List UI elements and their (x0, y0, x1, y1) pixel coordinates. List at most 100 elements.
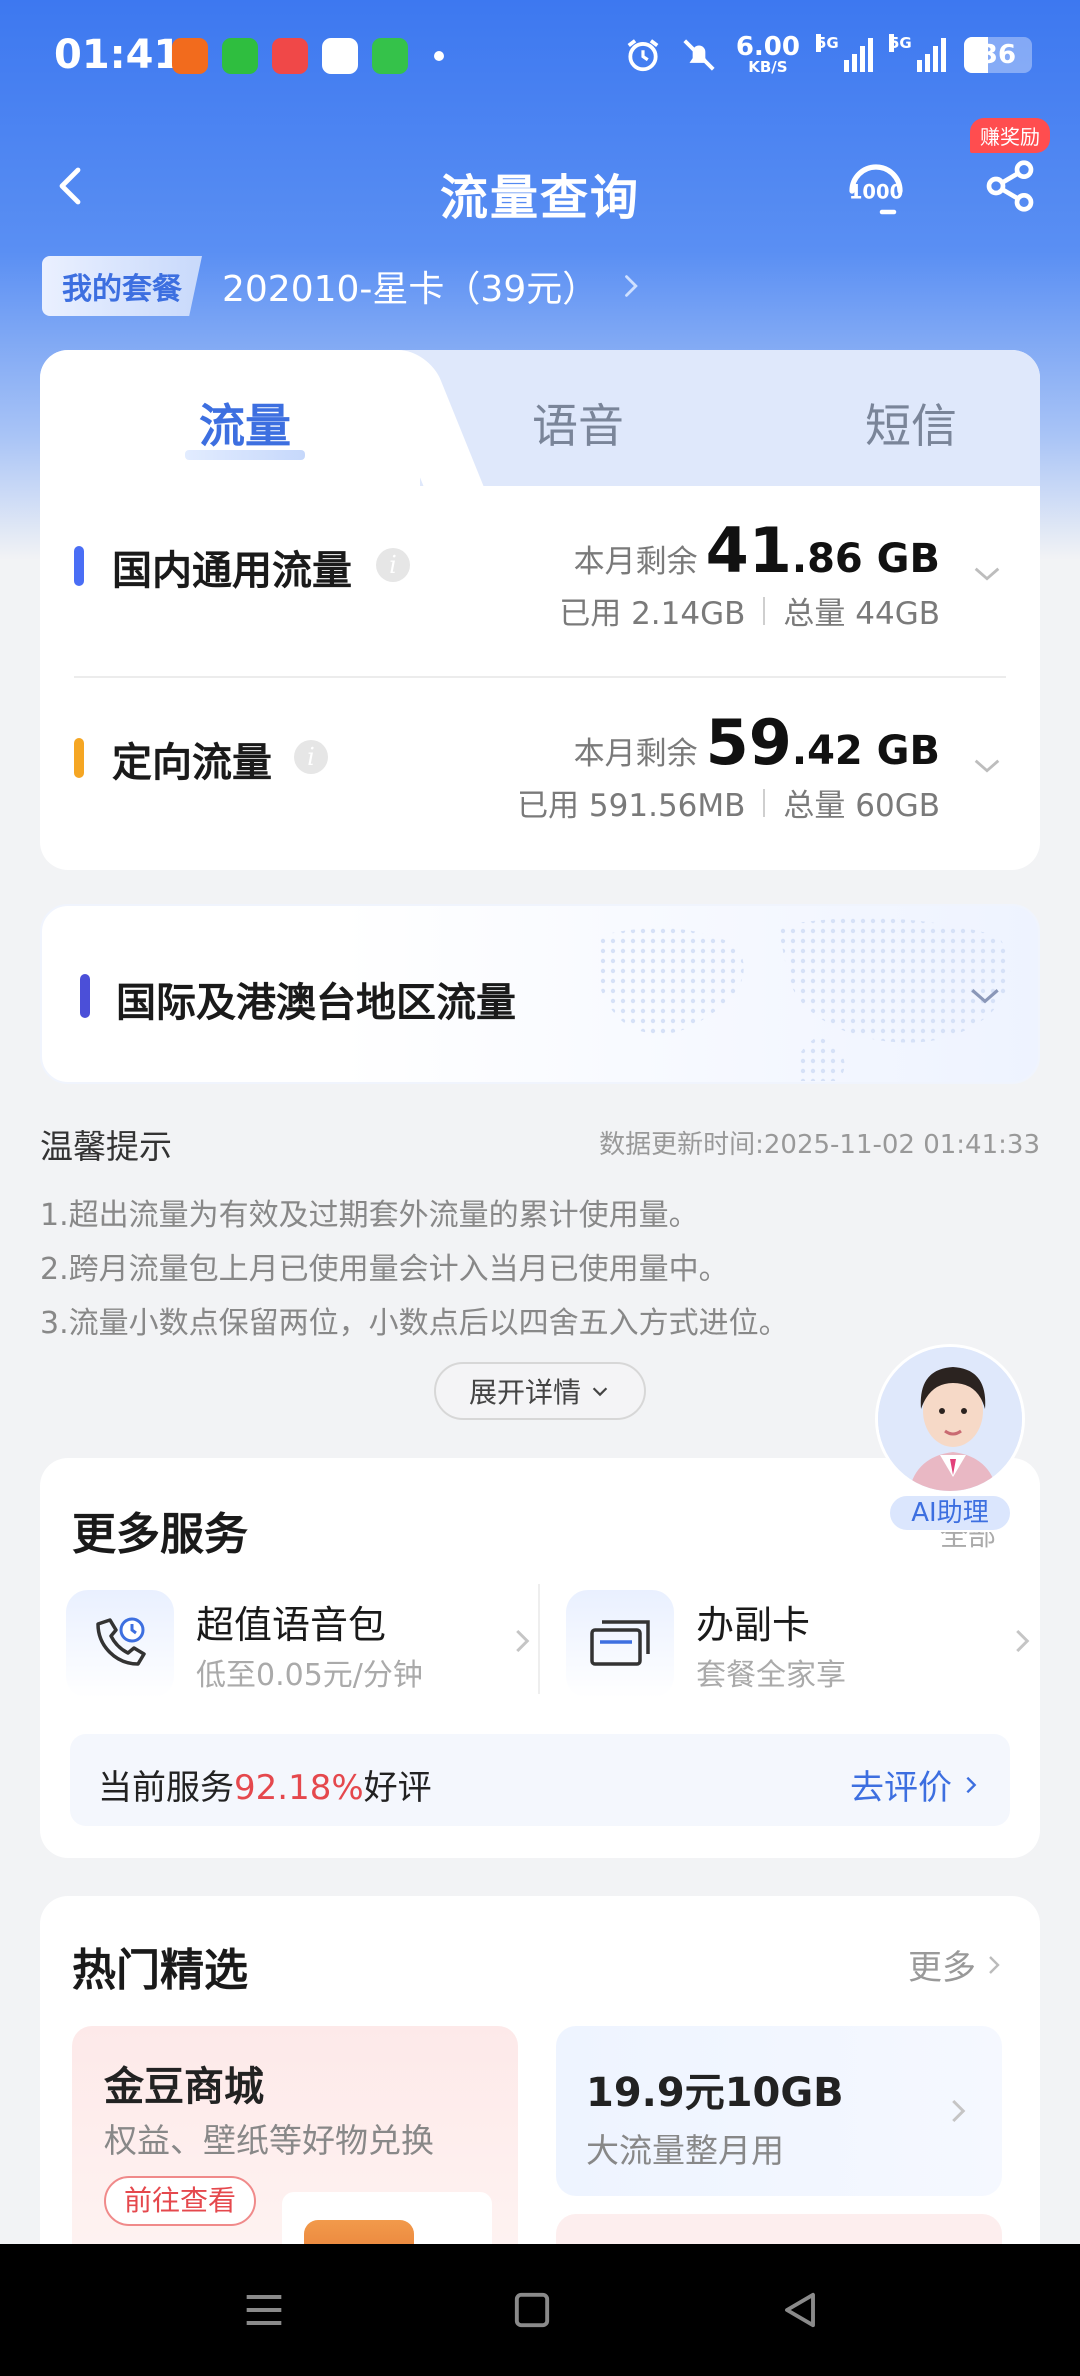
share-button[interactable] (982, 158, 1038, 214)
svg-text:1000: 1000 (849, 181, 903, 204)
chevron-right-icon (516, 1629, 530, 1653)
chevron-right-icon (952, 2099, 966, 2123)
rate-service-label: 去评价 (850, 1768, 952, 1808)
cards-icon (566, 1590, 674, 1698)
info-icon[interactable]: i (376, 548, 410, 582)
app-store-icon (172, 38, 208, 74)
more-services-title: 更多服务 (72, 1509, 248, 1560)
my-plan-row[interactable]: 我的套餐 202010-星卡（39元） (42, 256, 644, 316)
tip-item: 1.超出流量为有效及过期套外流量的累计使用量。 (40, 1198, 699, 1233)
reward-badge[interactable]: 赚奖励 (970, 118, 1050, 153)
status-indicators: 6.00 KB/S 5G 5G 36 (624, 33, 1032, 75)
sim1-network-label: 5G (816, 33, 839, 52)
chevron-right-icon (1016, 1629, 1030, 1653)
rate-service-link[interactable]: 去评价 (850, 1760, 982, 1809)
chevron-right-icon (989, 1955, 1000, 1974)
plan-name: 202010-星卡（39元） (222, 269, 599, 310)
phone-clock-icon (66, 1590, 174, 1698)
remaining-decimal: .86 GB (791, 536, 940, 582)
customer-service-button[interactable]: 1000 (840, 152, 912, 224)
expand-details-label: 展开详情 (468, 1376, 581, 1409)
service-name: 超值语音包 (196, 1603, 387, 1647)
remaining-integer: 59 (705, 706, 792, 779)
chevron-down-icon[interactable] (970, 556, 1004, 590)
rating-prefix: 当前服务 (98, 1768, 234, 1808)
chevron-right-icon (966, 1776, 977, 1793)
go-view-button[interactable]: 前往查看 (104, 2176, 257, 2226)
signal-sim1-icon: 5G (816, 33, 873, 72)
usage-name: 国内通用流量 (112, 548, 352, 594)
international-data-row[interactable]: 国际及港澳台地区流量 (40, 904, 1040, 1084)
used-amount: 已用 591.56MB (517, 788, 746, 824)
usage-details: 已用 591.56MB 总量 60GB (517, 780, 940, 825)
ai-assistant-label: AI助理 (888, 1494, 1012, 1532)
usage-card: 流量 语音 短信 国内通用流量 i 本月剩余 41.86 GB 已用 2.14G… (40, 350, 1040, 870)
remaining-integer: 41 (705, 514, 792, 587)
notification-icons (172, 38, 444, 74)
tab-voice[interactable]: 语音 (413, 390, 743, 456)
hot-picks-title: 热门精选 (72, 1945, 248, 1996)
more-label: 更多 (908, 1948, 976, 1988)
remaining-amount: 本月剩余 41.86 GB (574, 514, 940, 587)
data-update-time: 数据更新时间:2025-11-02 01:41:33 (599, 1130, 1040, 1160)
ai-assistant-avatar (875, 1344, 1025, 1494)
title-bar: 流量查询 1000 赚奖励 (0, 118, 1080, 236)
service-desc: 低至0.05元/分钟 (196, 1658, 423, 1693)
tab-sms[interactable]: 短信 (746, 390, 1040, 456)
alarm-icon (627, 38, 659, 71)
hot-picks-card: 热门精选 更多 金豆商城 权益、壁纸等好物兑换 前往查看 19.9元10GB 大… (40, 1896, 1040, 2296)
remaining-label: 本月剩余 (573, 544, 698, 580)
divider (763, 596, 766, 625)
tip-item: 2.跨月流量包上月已使用量会计入当月已使用量中。 (40, 1252, 729, 1287)
divider (763, 788, 766, 817)
sim2-network-label: 5G (889, 33, 912, 52)
remaining-amount: 本月剩余 59.42 GB (574, 706, 940, 779)
status-time: 01:41 (54, 32, 182, 78)
message-icon (372, 38, 408, 74)
tip-item: 3.流量小数点保留两位，小数点后以四舍五入方式进位。 (40, 1306, 789, 1341)
back-nav-icon[interactable] (774, 2284, 826, 2336)
remaining-label: 本月剩余 (573, 736, 698, 772)
more-notifications-icon (434, 51, 444, 61)
info-icon[interactable]: i (294, 740, 328, 774)
usage-row-domestic[interactable]: 国内通用流量 i 本月剩余 41.86 GB 已用 2.14GB 总量 44GB (40, 486, 1040, 656)
service-voice-pack[interactable]: 超值语音包 低至0.05元/分钟 (66, 1584, 536, 1704)
network-speed-unit: KB/S (748, 58, 788, 76)
international-data-label: 国际及港澳台地区流量 (116, 980, 516, 1026)
rating-suffix: 好评 (363, 1768, 432, 1808)
page-title: 流量查询 (439, 170, 640, 226)
tab-data[interactable]: 流量 (80, 390, 410, 456)
service-rating-bar: 当前服务92.18%好评 去评价 (70, 1734, 1010, 1826)
battery-icon: 36 (964, 36, 1032, 73)
menu-icon[interactable] (238, 2284, 290, 2336)
chevron-down-icon[interactable] (970, 748, 1004, 782)
service-name: 办副卡 (696, 1603, 811, 1647)
used-amount: 已用 2.14GB (559, 596, 746, 632)
signal-sim2-icon: 5G (889, 33, 946, 72)
directional-color-marker (74, 738, 84, 778)
system-navigation-bar (0, 2244, 1080, 2376)
tips-title: 温馨提示 (40, 1127, 172, 1166)
expand-details-button[interactable]: 展开详情 (434, 1362, 646, 1420)
rating-percentage: 92.18% (234, 1768, 364, 1808)
remaining-decimal: .42 GB (791, 728, 940, 774)
service-secondary-card[interactable]: 办副卡 套餐全家享 (566, 1584, 1036, 1704)
total-amount: 总量 60GB (783, 788, 940, 824)
divider (538, 1584, 540, 1694)
network-speed: 6.00 KB/S (736, 34, 800, 75)
my-plan-badge: 我的套餐 (42, 256, 202, 316)
status-bar: 01:41 6.00 KB/S 5G 5G 36 (0, 0, 1080, 110)
iqiyi-icon (222, 38, 258, 74)
ai-assistant-button[interactable]: AI助理 (870, 1342, 1030, 1532)
usage-name: 定向流量 (112, 740, 272, 786)
home-icon[interactable] (506, 2284, 558, 2336)
hot-picks-more-link[interactable]: 更多 (908, 1940, 1006, 1989)
promo-data-pack[interactable]: 19.9元10GB 大流量整月用 (556, 2026, 1002, 2196)
domestic-color-marker (74, 546, 84, 586)
usage-row-directional[interactable]: 定向流量 i 本月剩余 59.42 GB 已用 591.56MB 总量 60GB (40, 678, 1040, 848)
network-speed-value: 6.00 (735, 32, 800, 62)
mute-icon (683, 38, 715, 71)
chevron-down-icon[interactable] (966, 976, 1004, 1014)
china-mobile-icon (322, 38, 358, 74)
usage-details: 已用 2.14GB 总量 44GB (559, 588, 940, 633)
